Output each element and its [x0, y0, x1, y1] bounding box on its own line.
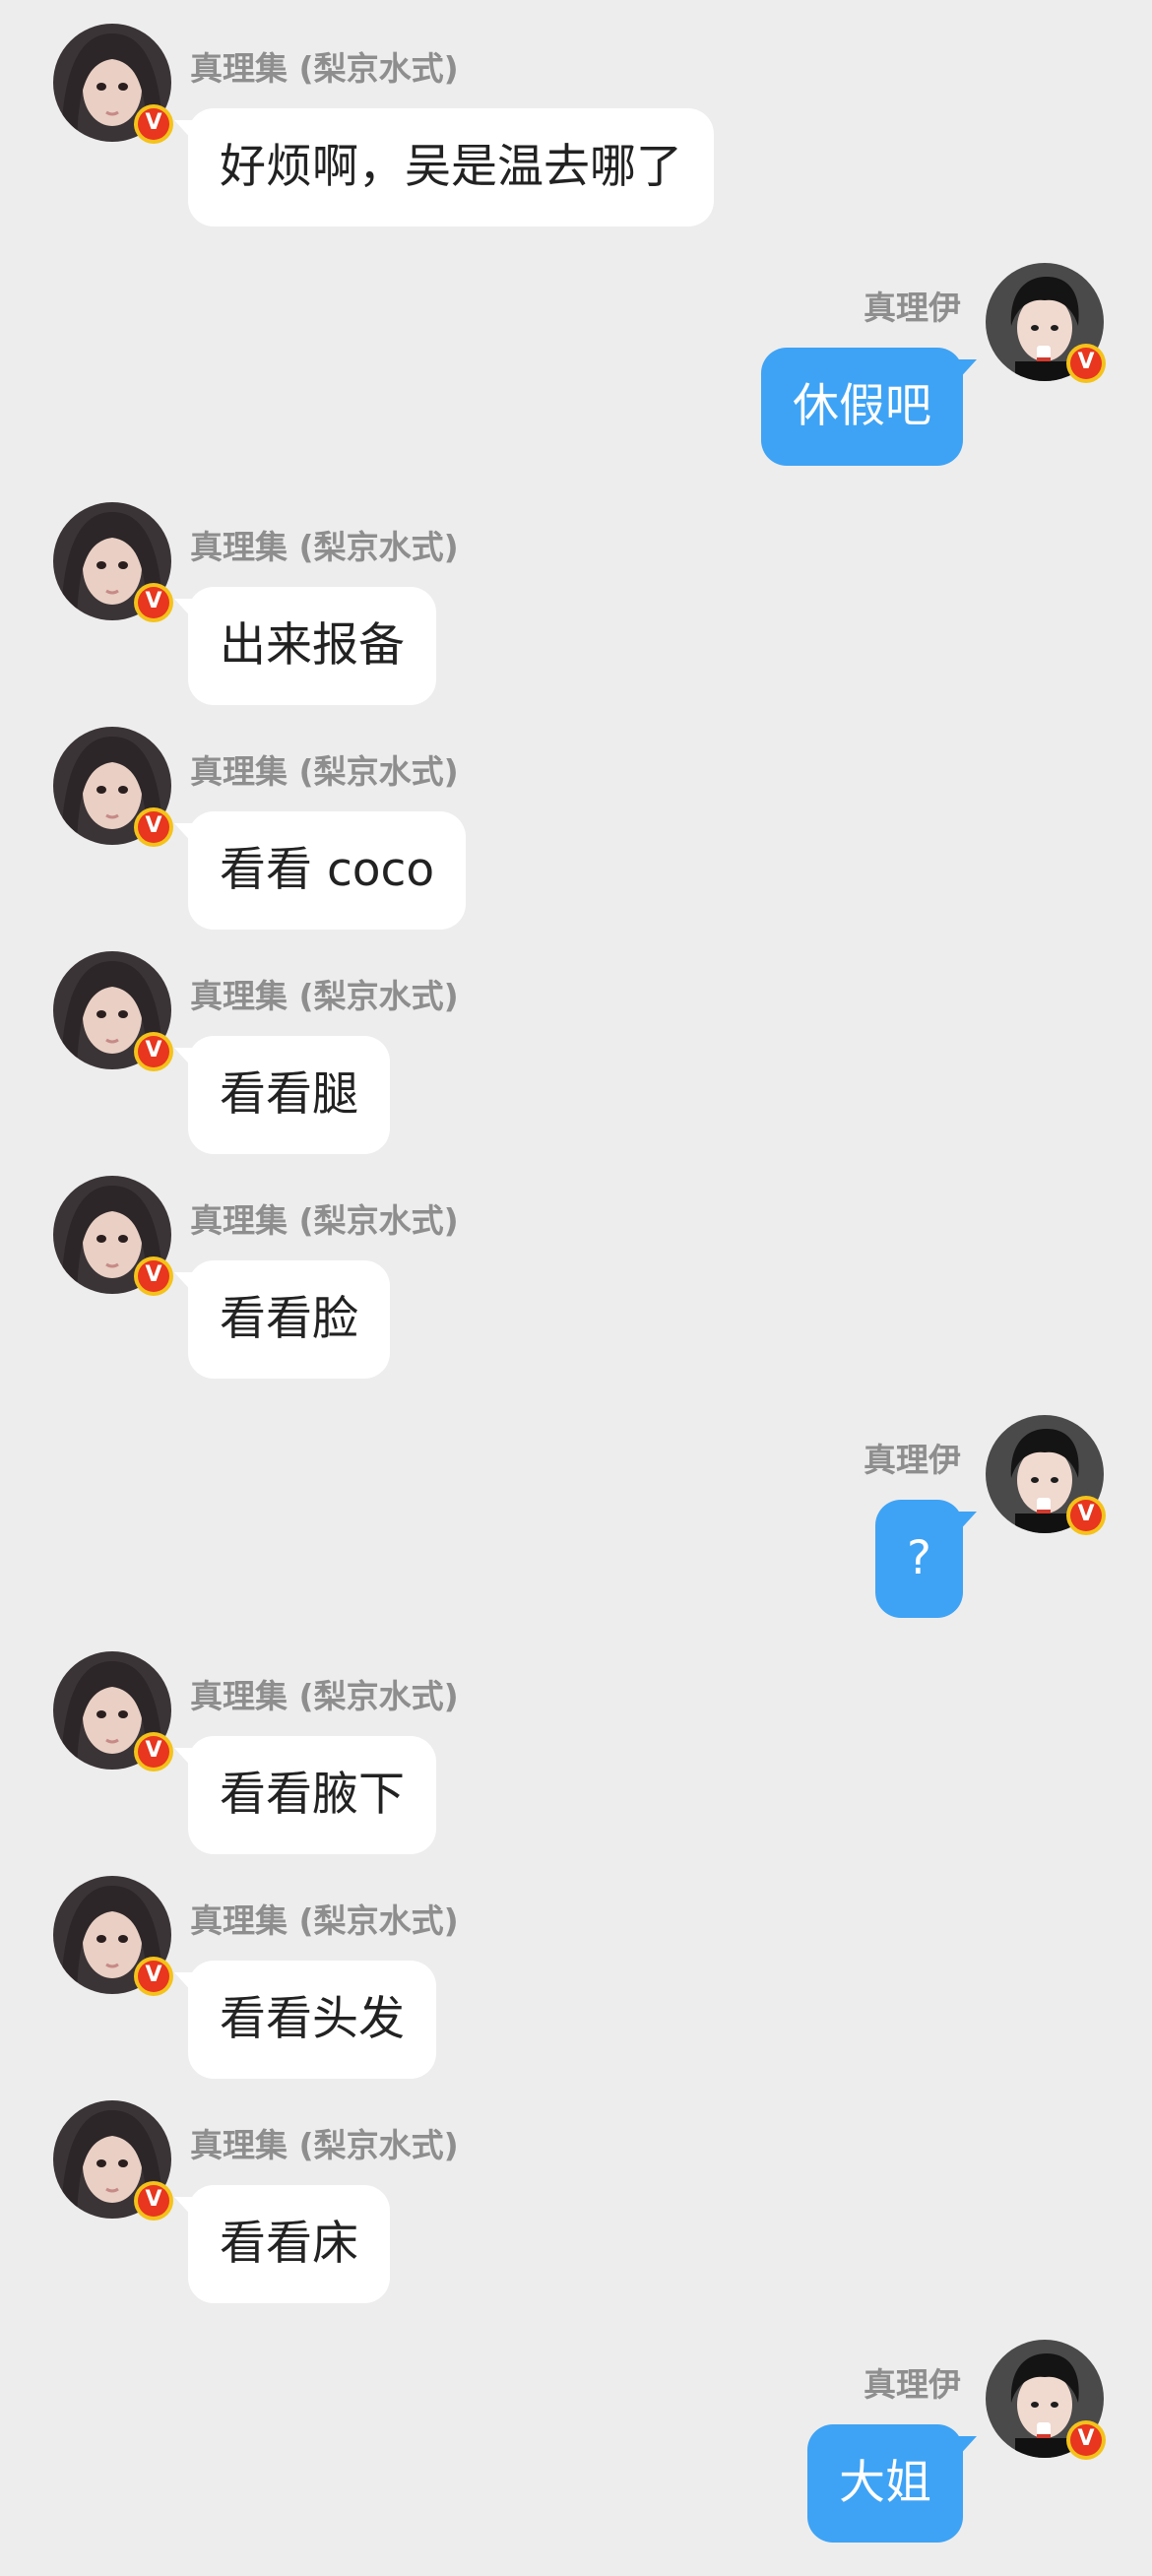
sender-name: 真理集 (梨京水式) [190, 1201, 459, 1240]
message-bubble[interactable]: 出来报备 [188, 587, 436, 705]
message-bubble[interactable]: 大姐 [807, 2424, 963, 2543]
sender-name: 真理集 (梨京水式) [190, 752, 459, 791]
message-bubble[interactable]: 休假吧 [761, 348, 963, 466]
sender-name: 真理集 (梨京水式) [190, 1677, 459, 1715]
verified-badge-icon: V [134, 583, 173, 622]
avatar[interactable]: V [986, 263, 1106, 383]
avatar[interactable]: V [986, 2340, 1106, 2460]
sender-name: 真理集 (梨京水式) [190, 528, 459, 566]
avatar[interactable]: V [53, 24, 173, 144]
avatar[interactable]: V [53, 502, 173, 622]
verified-badge-icon: V [134, 104, 173, 144]
verified-badge-icon: V [1066, 1496, 1106, 1535]
verified-badge-icon: V [134, 1032, 173, 1071]
sender-name: 真理伊 [864, 1441, 961, 1479]
verified-badge-icon: V [134, 1957, 173, 1996]
avatar[interactable]: V [53, 951, 173, 1071]
verified-badge-icon: V [134, 1732, 173, 1771]
verified-badge-icon: V [1066, 2420, 1106, 2460]
verified-badge-icon: V [134, 2181, 173, 2221]
verified-badge-icon: V [134, 1256, 173, 1296]
avatar[interactable]: V [53, 727, 173, 847]
message-bubble[interactable]: 好烦啊，吴是温去哪了 [188, 108, 714, 226]
avatar[interactable]: V [53, 2100, 173, 2221]
sender-name: 真理集 (梨京水式) [190, 2126, 459, 2164]
sender-name: 真理伊 [864, 2365, 961, 2404]
avatar[interactable]: V [986, 1415, 1106, 1535]
avatar[interactable]: V [53, 1876, 173, 1996]
avatar[interactable]: V [53, 1176, 173, 1296]
message-bubble[interactable]: 看看头发 [188, 1961, 436, 2079]
verified-badge-icon: V [1066, 344, 1106, 383]
message-bubble[interactable]: 看看腿 [188, 1036, 390, 1154]
sender-name: 真理集 (梨京水式) [190, 977, 459, 1015]
message-bubble[interactable]: 看看 coco [188, 811, 467, 930]
message-bubble[interactable]: ? [875, 1500, 963, 1618]
message-bubble[interactable]: 看看腋下 [188, 1736, 436, 1854]
sender-name: 真理集 (梨京水式) [190, 49, 459, 88]
sender-name: 真理集 (梨京水式) [190, 1901, 459, 1940]
message-bubble[interactable]: 看看床 [188, 2185, 390, 2303]
avatar[interactable]: V [53, 1651, 173, 1771]
message-bubble[interactable]: 看看脸 [188, 1260, 390, 1379]
verified-badge-icon: V [134, 807, 173, 847]
sender-name: 真理伊 [864, 289, 961, 327]
